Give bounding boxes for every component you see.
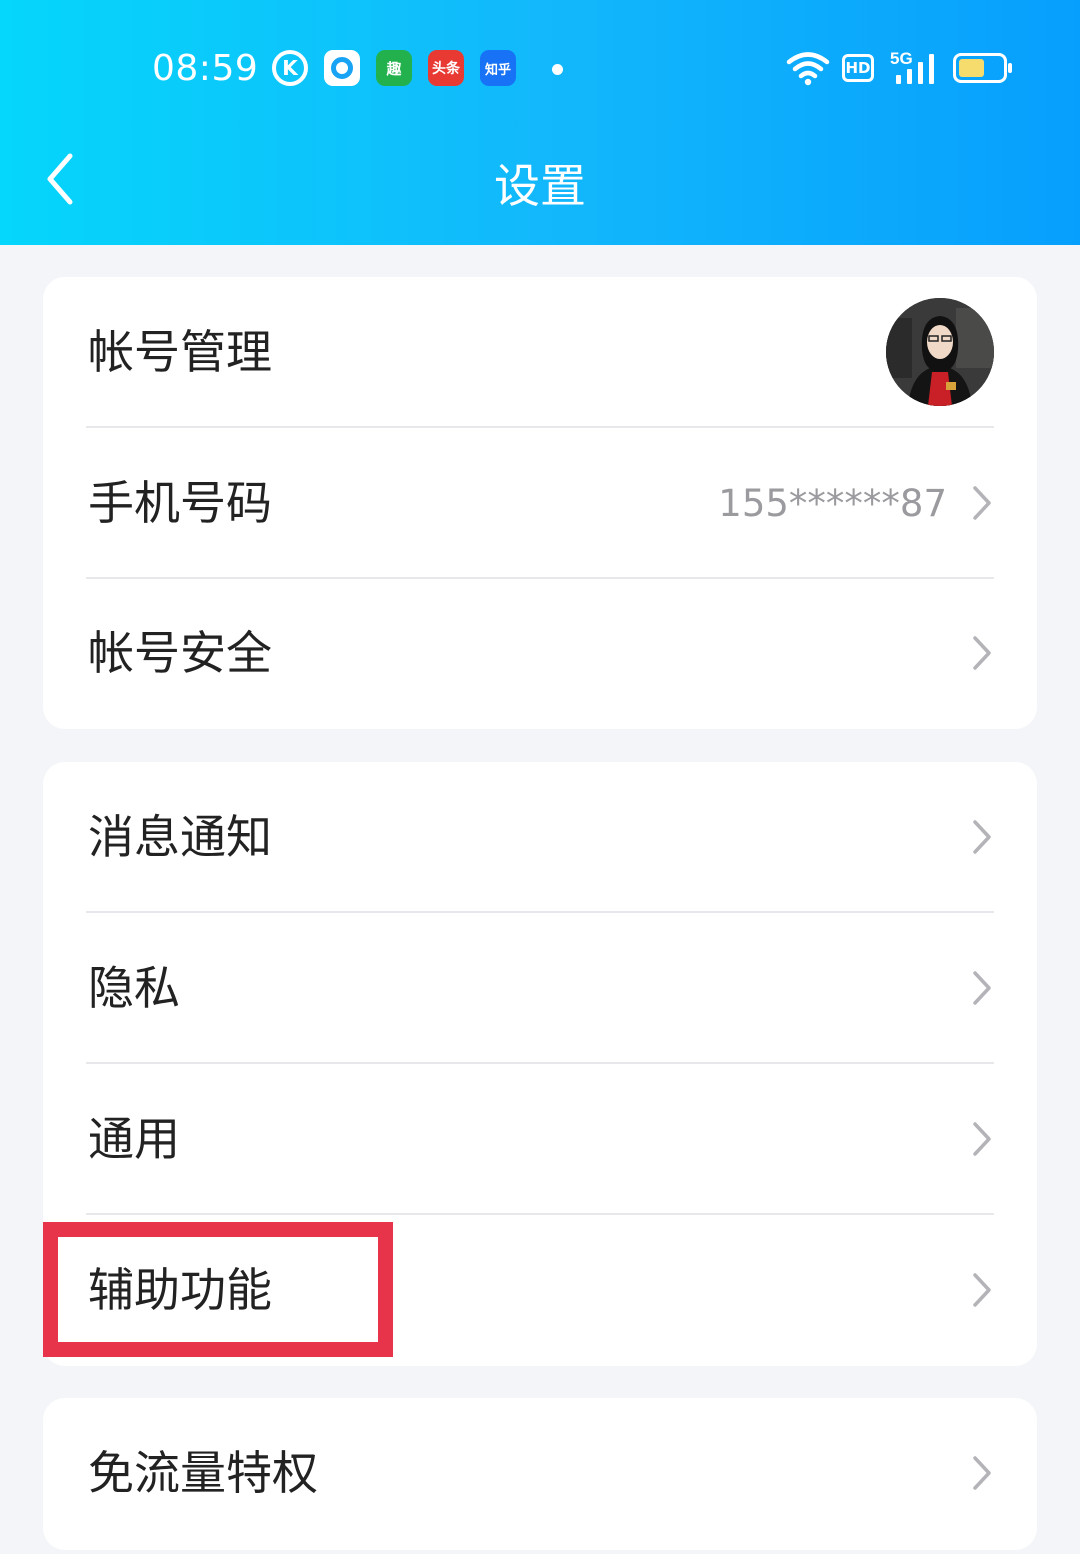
toutiao-app-icon: 头条 xyxy=(428,50,464,86)
zhihu-app-icon: 知乎 xyxy=(480,50,516,86)
qutoutiao-app-icon: 趣 xyxy=(376,50,412,86)
row-label: 手机号码 xyxy=(88,476,272,530)
row-label: 通用 xyxy=(88,1112,180,1166)
settings-row-account-management[interactable]: 帐号管理 xyxy=(43,277,1037,428)
settings-row-phone-number[interactable]: 手机号码 155******87 xyxy=(43,428,1037,579)
chevron-right-icon xyxy=(973,1456,991,1490)
row-label: 消息通知 xyxy=(88,810,272,864)
browser-app-icon xyxy=(324,50,360,86)
wifi-icon xyxy=(786,52,830,86)
battery-icon xyxy=(953,53,1012,83)
data-free-group: 免流量特权 xyxy=(43,1398,1037,1550)
chevron-right-icon xyxy=(973,1122,991,1156)
phone-number-value: 155******87 xyxy=(718,482,947,525)
svg-text:5G: 5G xyxy=(890,49,913,68)
highlight-box xyxy=(43,1222,393,1357)
chevron-right-icon xyxy=(973,486,991,520)
status-time: 08:59 xyxy=(152,48,259,89)
chevron-right-icon xyxy=(973,820,991,854)
settings-row-privacy[interactable]: 隐私 xyxy=(43,913,1037,1064)
app-header: 08:59 K 趣 头条 知乎 HD 5G 设置 xyxy=(0,0,1080,245)
settings-row-free-data-privilege[interactable]: 免流量特权 xyxy=(43,1398,1037,1549)
k-app-icon: K xyxy=(272,50,308,86)
chevron-right-icon xyxy=(973,971,991,1005)
row-label: 帐号管理 xyxy=(88,325,272,379)
hd-icon: HD xyxy=(842,54,874,82)
row-label: 隐私 xyxy=(88,961,180,1015)
chevron-right-icon xyxy=(973,1273,991,1307)
avatar xyxy=(886,298,994,406)
page-title: 设置 xyxy=(494,159,586,213)
signal-5g-icon: 5G xyxy=(890,49,934,84)
settings-row-account-security[interactable]: 帐号安全 xyxy=(43,578,1037,729)
account-settings-group: 帐号管理 手机号码 155******87 帐号安全 xyxy=(43,277,1037,729)
row-label: 帐号安全 xyxy=(88,626,272,680)
row-label: 免流量特权 xyxy=(88,1446,318,1500)
settings-row-general[interactable]: 通用 xyxy=(43,1064,1037,1215)
more-notifications-dot xyxy=(552,64,563,75)
chevron-right-icon xyxy=(973,636,991,670)
settings-row-notifications[interactable]: 消息通知 xyxy=(43,762,1037,913)
status-bar: 08:59 K 趣 头条 知乎 HD 5G xyxy=(0,0,1080,140)
